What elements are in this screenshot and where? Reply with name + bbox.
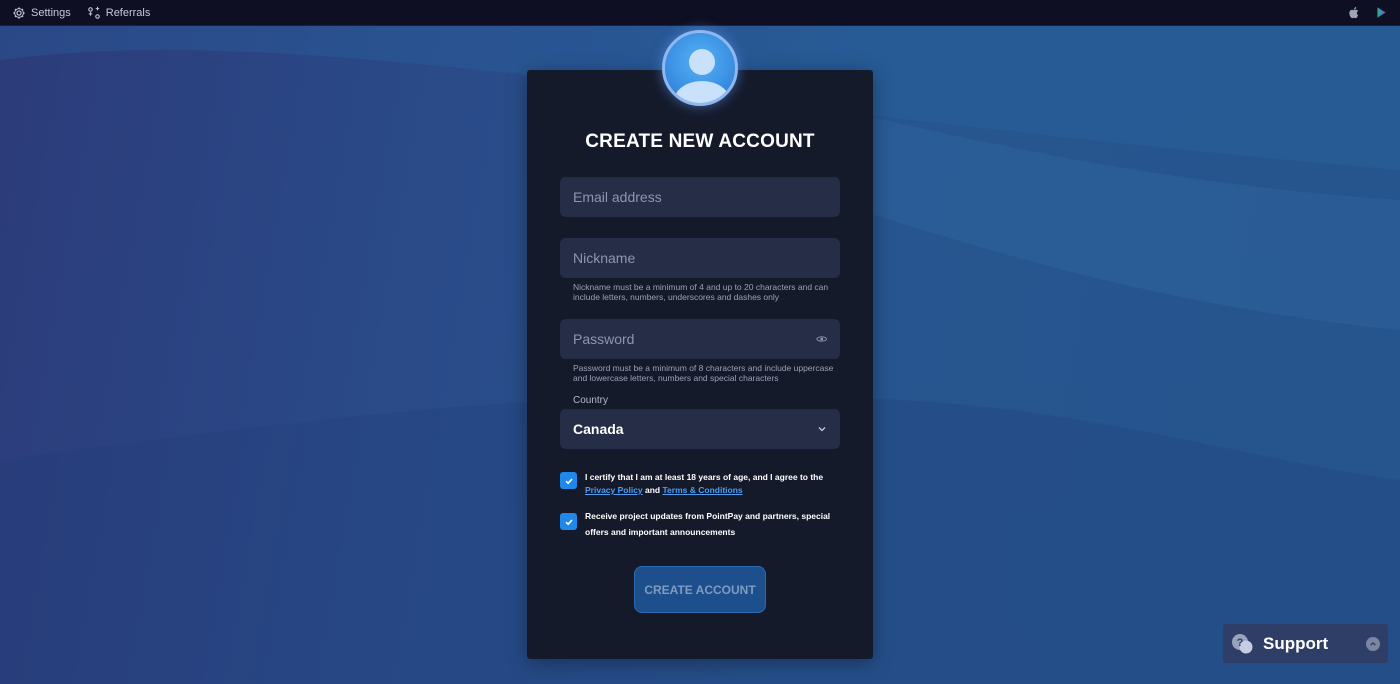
eye-icon[interactable] bbox=[815, 333, 827, 345]
chevron-down-icon bbox=[818, 427, 826, 432]
email-field[interactable] bbox=[560, 177, 840, 217]
country-select[interactable]: Canada bbox=[560, 409, 840, 449]
age-consent-text: I certify that I am at least 18 years of… bbox=[585, 471, 840, 497]
support-collapse-button[interactable] bbox=[1366, 636, 1380, 651]
password-input[interactable] bbox=[573, 331, 816, 347]
checkmark-icon bbox=[564, 477, 573, 484]
svg-text:?: ? bbox=[1237, 637, 1244, 649]
apple-icon[interactable] bbox=[1348, 6, 1361, 19]
age-consent-and: and bbox=[642, 485, 663, 495]
country-selected: Canada bbox=[573, 421, 624, 437]
checkmark-icon bbox=[564, 518, 573, 525]
google-play-icon[interactable] bbox=[1375, 6, 1388, 19]
age-consent-checkbox[interactable] bbox=[560, 472, 577, 489]
country-label: Country bbox=[573, 395, 609, 406]
age-consent-text-before: I certify that I am at least 18 years of… bbox=[585, 472, 824, 482]
page-title: CREATE NEW ACCOUNT bbox=[585, 131, 815, 152]
password-field[interactable] bbox=[560, 319, 840, 359]
settings-label: Settings bbox=[31, 6, 71, 19]
email-input[interactable] bbox=[573, 189, 827, 205]
support-label: Support bbox=[1263, 633, 1329, 653]
password-hint: Password must be a minimum of 8 characte… bbox=[573, 363, 834, 383]
nickname-input[interactable] bbox=[573, 250, 827, 266]
updates-consent-text: Receive project updates from PointPay an… bbox=[585, 511, 831, 537]
nickname-hint: Nickname must be a minimum of 4 and up t… bbox=[573, 282, 829, 302]
create-account-button[interactable]: CREATE ACCOUNT bbox=[634, 566, 766, 613]
terms-link[interactable]: Terms & Conditions bbox=[663, 485, 743, 495]
referrals-link[interactable]: Referrals bbox=[87, 6, 151, 20]
nickname-field[interactable] bbox=[560, 238, 840, 278]
privacy-policy-link[interactable]: Privacy Policy bbox=[585, 485, 643, 495]
chevron-up-icon bbox=[1370, 641, 1376, 646]
updates-consent-row: Receive project updates from PointPay an… bbox=[560, 508, 840, 540]
referrals-label: Referrals bbox=[105, 6, 151, 19]
avatar-icon bbox=[662, 30, 738, 106]
updates-consent-checkbox[interactable] bbox=[560, 513, 577, 530]
age-consent-row: I certify that I am at least 18 years of… bbox=[560, 471, 840, 497]
support-widget[interactable]: ? Support bbox=[1223, 624, 1388, 663]
top-bar: Settings Referrals bbox=[0, 0, 1400, 26]
chat-bubbles-icon: ? bbox=[1232, 633, 1253, 653]
referrals-icon bbox=[87, 6, 100, 19]
gear-icon bbox=[13, 6, 25, 19]
settings-link[interactable]: Settings bbox=[12, 6, 71, 20]
